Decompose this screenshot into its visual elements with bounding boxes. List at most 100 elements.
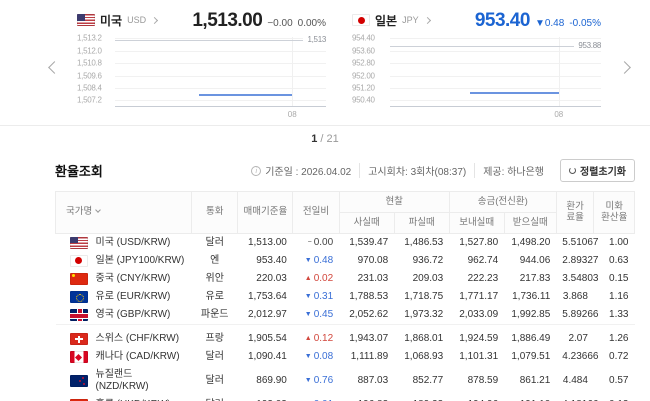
transfer-send: 878.59	[449, 366, 504, 396]
chart-currency-code: USD	[127, 15, 146, 25]
cash-buy: 1,111.89	[339, 348, 394, 366]
col-currency[interactable]: 통화	[192, 192, 238, 234]
section-title: 환율조회	[55, 161, 103, 180]
day-change: ▲0.02	[293, 270, 339, 288]
transfer-send: 1,527.80	[449, 233, 504, 252]
pagination-total: 21	[327, 133, 339, 145]
country-name: 일본 (JPY100/KRW)	[96, 255, 185, 267]
sort-chevron-icon	[95, 208, 101, 214]
sort-reset-label: 정렬초기화	[580, 163, 626, 178]
col-transfer-group: 송금(전신환)	[449, 192, 556, 213]
change-arrow-icon: −	[308, 239, 312, 246]
currency-name: 달러	[192, 366, 238, 396]
cash-sell: 1,486.53	[394, 233, 449, 252]
col-transfer-send[interactable]: 보내실때	[449, 212, 504, 233]
transfer-receive: 1,886.49	[504, 330, 556, 348]
day-change: ▲0.12	[293, 330, 339, 348]
rate-row[interactable]: 홍콩 (HKD/KRW) 달러 193.03 ▼0.01 196.83 189.…	[56, 396, 635, 401]
country-flag-icon	[70, 291, 88, 303]
base-rate: 869.90	[238, 366, 293, 396]
rate-row[interactable]: 유로 (EUR/KRW) 유로 1,753.64 ▼0.31 1,788.53 …	[56, 288, 635, 306]
rate-row[interactable]: 캐나다 (CAD/KRW) 달러 1,090.41 ▼0.08 1,111.89…	[56, 348, 635, 366]
country-flag-icon	[70, 351, 88, 363]
provider: 제공: 하나은행	[474, 163, 552, 178]
base-date: i 기준일 : 2026.04.02	[243, 163, 359, 178]
day-change: ▼0.76	[293, 366, 339, 396]
chart-price: 1,513.00	[192, 10, 262, 31]
chart-symbol-button[interactable]: 일본 JPY	[352, 12, 430, 29]
usd-conversion: 0.15	[594, 270, 635, 288]
transfer-send: 962.74	[449, 252, 504, 270]
col-day-change[interactable]: 전일비	[293, 192, 339, 234]
carousel-prev-button[interactable]	[44, 10, 64, 125]
col-cash-buy[interactable]: 사실때	[339, 212, 394, 233]
currency-name: 달러	[192, 348, 238, 366]
day-change: ▼0.01	[293, 396, 339, 401]
rate-row[interactable]: 영국 (GBP/KRW) 파운드 2,012.97 ▼0.45 2,052.62…	[56, 306, 635, 325]
rate-row[interactable]: 일본 (JPY100/KRW) 엔 953.40 ▼0.48 970.08 93…	[56, 252, 635, 270]
usd-conversion: 1.26	[594, 330, 635, 348]
cash-sell: 209.03	[394, 270, 449, 288]
carousel-next-button[interactable]	[614, 10, 634, 125]
day-change: ▼0.31	[293, 288, 339, 306]
transfer-send: 1,924.59	[449, 330, 504, 348]
currency-name: 위안	[192, 270, 238, 288]
rate-row[interactable]: 스위스 (CHF/KRW) 프랑 1,905.54 ▲0.12 1,943.07…	[56, 330, 635, 348]
country-name: 미국 (USD/KRW)	[96, 237, 171, 249]
currency-name: 달러	[192, 396, 238, 401]
rate-row[interactable]: 중국 (CNY/KRW) 위안 220.03 ▲0.02 231.03 209.…	[56, 270, 635, 288]
col-usd-conversion[interactable]: 미화 환산율	[594, 192, 635, 234]
fee-rate: 3.868	[556, 288, 594, 306]
chart-card-jpy: 일본 JPY 953.40▼0.48-0.05% 954.40953.60952…	[352, 10, 601, 125]
usd-conversion: 0.57	[594, 366, 635, 396]
country-name: 유로 (EUR/KRW)	[96, 291, 171, 303]
country-name: 뉴질랜드 (NZD/KRW)	[96, 369, 186, 393]
country-flag-icon	[70, 333, 88, 345]
col-base-rate[interactable]: 매매기준율	[238, 192, 293, 234]
chart-carousel: 미국 USD 1,513.00−0.000.00% 1,513.21,512.0…	[0, 0, 650, 125]
pagination-separator: /	[320, 133, 323, 145]
transfer-receive: 861.21	[504, 366, 556, 396]
chevron-right-icon	[424, 16, 431, 23]
base-rate: 953.40	[238, 252, 293, 270]
cash-buy: 2,052.62	[339, 306, 394, 325]
chevron-right-icon	[151, 16, 158, 23]
fee-rate: 2.89327	[556, 252, 594, 270]
change-arrow-icon: ▲	[305, 275, 312, 282]
fee-rate: 4.484	[556, 366, 594, 396]
fee-rate: 4.23666	[556, 348, 594, 366]
chart-flag-icon	[352, 14, 370, 26]
chart-plot: 1,513.21,512.01,510.81,509.61,508.41,507…	[115, 37, 326, 107]
transfer-receive: 1,498.20	[504, 233, 556, 252]
change-arrow-icon: ▼	[305, 311, 312, 318]
chart-symbol-button[interactable]: 미국 USD	[77, 12, 157, 29]
base-rate: 1,513.00	[238, 233, 293, 252]
chart-price: 953.40	[475, 10, 530, 31]
col-cash-sell[interactable]: 파실때	[394, 212, 449, 233]
change-arrow-icon: ▼	[305, 257, 312, 264]
sort-reset-button[interactable]: 정렬초기화	[560, 159, 635, 182]
country-name: 캐나다 (CAD/KRW)	[96, 351, 180, 363]
fee-rate: 5.89266	[556, 306, 594, 325]
currency-name: 달러	[192, 233, 238, 252]
country-flag-icon	[70, 375, 88, 387]
fee-rate: 5.51067	[556, 233, 594, 252]
day-change: ▼0.48	[293, 252, 339, 270]
col-fee-rate[interactable]: 환가 료율	[556, 192, 594, 234]
col-transfer-receive[interactable]: 받으실때	[504, 212, 556, 233]
usd-conversion: 0.63	[594, 252, 635, 270]
chart-plot: 954.40953.60952.80952.00951.20950.40953.…	[390, 37, 601, 107]
pagination: 1 / 21	[0, 126, 650, 153]
cash-buy: 1,788.53	[339, 288, 394, 306]
chart-country: 일본	[375, 12, 397, 29]
rate-row[interactable]: 뉴질랜드 (NZD/KRW) 달러 869.90 ▼0.76 887.03 85…	[56, 366, 635, 396]
notice-round: 고시회차: 3회차(08:37)	[359, 163, 474, 178]
col-country[interactable]: 국가명	[56, 192, 192, 234]
cash-buy: 196.83	[339, 396, 394, 401]
currency-name: 프랑	[192, 330, 238, 348]
cash-sell: 936.72	[394, 252, 449, 270]
rate-row[interactable]: 미국 (USD/KRW) 달러 1,513.00 −0.00 1,539.47 …	[56, 233, 635, 252]
chevron-right-icon	[618, 61, 631, 74]
chart-flag-icon	[77, 14, 95, 26]
usd-conversion: 1.33	[594, 306, 635, 325]
